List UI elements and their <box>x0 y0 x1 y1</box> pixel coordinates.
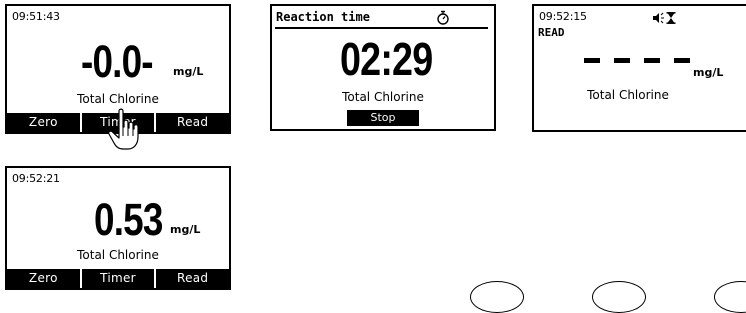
dash <box>644 58 660 63</box>
clock-time: 09:51:43 <box>12 10 60 23</box>
stop-button[interactable]: Stop <box>347 110 419 126</box>
speaker-icon <box>653 12 664 24</box>
reading-value: -0.0- <box>81 36 154 87</box>
clock-time: 09:52:21 <box>12 172 60 185</box>
countdown-timer: 02:29 <box>340 33 433 85</box>
parameter-label: Total Chlorine <box>77 92 159 106</box>
hourglass-icon <box>666 12 676 24</box>
timer-softkey[interactable]: Timer <box>81 269 155 288</box>
clock-time: 09:52:15 <box>539 10 587 23</box>
hand-pointer-icon <box>108 108 139 150</box>
reading-value: 0.53 <box>94 194 163 245</box>
meter-screen-result: 09:52:21 0.53 mg/L Total Chlorine Zero T… <box>5 166 231 290</box>
meter-screen-reading: 09:52:15 READ mg/L Total Chlorine <box>532 4 746 132</box>
status-label: READ <box>538 26 565 39</box>
parameter-label: Total Chlorine <box>587 88 669 102</box>
stopwatch-icon <box>437 10 449 25</box>
dash <box>584 58 600 63</box>
parameter-label: Total Chlorine <box>77 248 159 262</box>
unit-label: mg/L <box>170 223 201 236</box>
keypad-button-outline <box>592 281 646 313</box>
dash <box>674 58 690 63</box>
dash <box>614 58 630 63</box>
parameter-label: Total Chlorine <box>342 90 424 104</box>
header-title: Reaction time <box>276 10 370 24</box>
meter-screen-reaction-timer: Reaction time 02:29 Total Chlorine Stop <box>270 4 496 131</box>
unit-label: mg/L <box>173 65 204 78</box>
keypad-button-outline <box>470 281 524 313</box>
pending-value-dashes <box>584 58 690 63</box>
keypad-button-outline <box>714 281 746 313</box>
zero-softkey[interactable]: Zero <box>7 269 80 288</box>
zero-softkey[interactable]: Zero <box>7 113 80 132</box>
read-softkey[interactable]: Read <box>156 113 229 132</box>
unit-label: mg/L <box>693 66 724 79</box>
read-softkey[interactable]: Read <box>156 269 229 288</box>
softkey-bar: Zero Timer Read <box>7 269 229 288</box>
reaction-time-header: Reaction time <box>275 9 488 29</box>
